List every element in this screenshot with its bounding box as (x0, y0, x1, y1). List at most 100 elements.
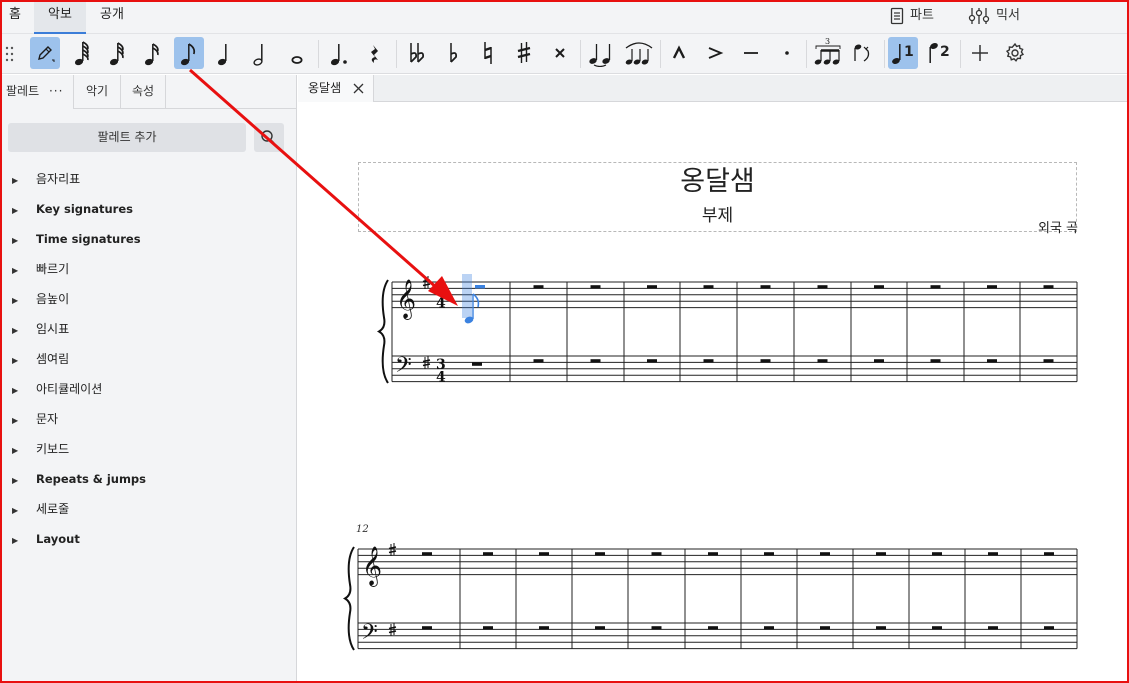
note-flag (472, 293, 480, 308)
slur-icon (625, 42, 653, 65)
double-sharp-button[interactable] (545, 37, 575, 69)
expand-arrow-icon[interactable]: ▶ (12, 320, 36, 342)
mixer-icon (968, 8, 990, 24)
score-composer[interactable]: 외국 곡 (1038, 217, 1078, 236)
whole-note-button[interactable] (282, 37, 312, 69)
tab-properties[interactable]: 속성 (121, 75, 166, 109)
menu-tab-score[interactable]: 악보 (34, 2, 86, 34)
expand-arrow-icon[interactable]: ▶ (12, 200, 36, 222)
palette-item[interactable]: ▶ 세로줄 (12, 498, 282, 520)
palette-item[interactable]: ▶ 음높이 (12, 288, 282, 310)
eighth-note-button[interactable] (174, 37, 204, 69)
whole-rest (930, 359, 941, 363)
32nd-note-button[interactable] (103, 37, 133, 69)
expand-arrow-icon[interactable]: ▶ (12, 230, 36, 252)
augmentation-dot-button[interactable] (325, 37, 355, 69)
whole-rest (817, 285, 828, 289)
expand-arrow-icon[interactable]: ▶ (12, 260, 36, 282)
tab-instruments[interactable]: 악기 (74, 75, 121, 109)
expand-arrow-icon[interactable]: ▶ (12, 380, 36, 402)
palette-item-label: Time signatures (36, 232, 141, 246)
double-flat-button[interactable] (402, 37, 432, 69)
tie-button[interactable] (586, 37, 616, 69)
score-title[interactable]: 옹달샘 (359, 159, 1076, 198)
palette-item[interactable]: ▶ 음자리표 (12, 168, 282, 190)
rest-button[interactable] (360, 37, 390, 69)
palette-item-label: Layout (36, 532, 80, 546)
quarter-note-button[interactable] (210, 37, 240, 69)
marcato-button[interactable] (664, 37, 694, 69)
expand-arrow-icon[interactable]: ▶ (12, 170, 36, 192)
slur-button[interactable] (622, 37, 656, 69)
whole-rest (533, 359, 544, 363)
voice-1-number: 1 (904, 44, 914, 60)
expand-arrow-icon[interactable]: ▶ (12, 410, 36, 432)
half-note-button[interactable] (246, 37, 276, 69)
whole-rest (651, 626, 662, 630)
palette-item[interactable]: ▶ 문자 (12, 408, 282, 430)
voice-2-button[interactable]: 2 (924, 37, 954, 69)
score-canvas[interactable]: 옹달샘 부제 외국 곡 12 𝄞 𝄢 3 4 3 4 𝄞 𝄢 (298, 103, 1127, 681)
palette-item[interactable]: ▶ Time signatures (12, 228, 282, 250)
tuplet-button[interactable]: 3 (810, 37, 846, 69)
drag-handle-icon[interactable] (5, 46, 15, 62)
note-input-pencil-button[interactable] (30, 37, 60, 69)
key-sharp-icon (388, 550, 397, 554)
expand-arrow-icon[interactable]: ▶ (12, 290, 36, 312)
tab-palettes[interactable]: 팔레트 ··· (2, 75, 74, 109)
staccato-button[interactable] (772, 37, 802, 69)
expand-arrow-icon[interactable]: ▶ (12, 530, 36, 552)
64th-note-button[interactable] (68, 37, 98, 69)
whole-note-icon (291, 56, 303, 64)
document-tab[interactable]: 옹달샘 (298, 75, 374, 102)
note-input-toolbar: 3 1 2 (2, 34, 1127, 74)
expand-arrow-icon[interactable]: ▶ (12, 500, 36, 522)
add-button[interactable] (965, 37, 995, 69)
palette-item[interactable]: ▶ Key signatures (12, 198, 282, 220)
expand-arrow-icon[interactable]: ▶ (12, 470, 36, 492)
key-sharp-icon (422, 359, 431, 363)
menu-tab-home[interactable]: 홈 (2, 2, 28, 34)
palette-item-label: 키보드 (36, 442, 70, 456)
voice-2-number: 2 (940, 44, 950, 60)
parts-button[interactable]: 파트 (890, 2, 934, 30)
parts-icon (890, 7, 904, 25)
add-palette-button[interactable]: 팔레트 추가 (8, 123, 246, 152)
16th-note-icon (144, 43, 159, 66)
palette-item[interactable]: ▶ 빠르기 (12, 258, 282, 280)
palette-search-button[interactable] (254, 123, 284, 152)
16th-note-button[interactable] (138, 37, 168, 69)
close-icon[interactable] (353, 83, 364, 94)
rest-icon (371, 45, 378, 63)
palette-item-label: 음자리표 (36, 172, 81, 186)
sharp-button[interactable] (509, 37, 539, 69)
whole-rest (930, 285, 941, 289)
brace (342, 546, 355, 651)
score-subtitle[interactable]: 부제 (359, 201, 1076, 226)
expand-arrow-icon[interactable]: ▶ (12, 440, 36, 462)
flip-direction-button[interactable] (848, 37, 878, 69)
palette-item[interactable]: ▶ 아티큘레이션 (12, 378, 282, 400)
palette-item[interactable]: ▶ 셈여림 (12, 348, 282, 370)
palette-more-icon[interactable]: ··· (49, 84, 63, 98)
brace (376, 279, 389, 384)
tenuto-button[interactable] (736, 37, 766, 69)
title-frame[interactable]: 옹달샘 부제 외국 곡 (358, 159, 1078, 236)
palette-item[interactable]: ▶ Layout (12, 528, 282, 550)
expand-arrow-icon[interactable]: ▶ (12, 350, 36, 372)
accent-button[interactable] (700, 37, 730, 69)
mixer-button[interactable]: 믹서 (968, 2, 1020, 30)
palette-item[interactable]: ▶ Repeats & jumps (12, 468, 282, 490)
palette-item-label: 빠르기 (36, 262, 70, 276)
toolbar-settings-button[interactable] (1000, 37, 1030, 69)
menu-tab-publish[interactable]: 공개 (90, 2, 134, 34)
natural-button[interactable] (473, 37, 503, 69)
palette-item[interactable]: ▶ 키보드 (12, 438, 282, 460)
staccato-icon (785, 51, 789, 55)
palette-item-label: 문자 (36, 412, 59, 426)
voice-1-button[interactable]: 1 (888, 37, 918, 69)
panel-tab-bar: 팔레트 ··· 악기 속성 (2, 75, 297, 109)
key-sharp-icon (388, 630, 397, 634)
palette-item[interactable]: ▶ 임시표 (12, 318, 282, 340)
flat-button[interactable] (438, 37, 468, 69)
